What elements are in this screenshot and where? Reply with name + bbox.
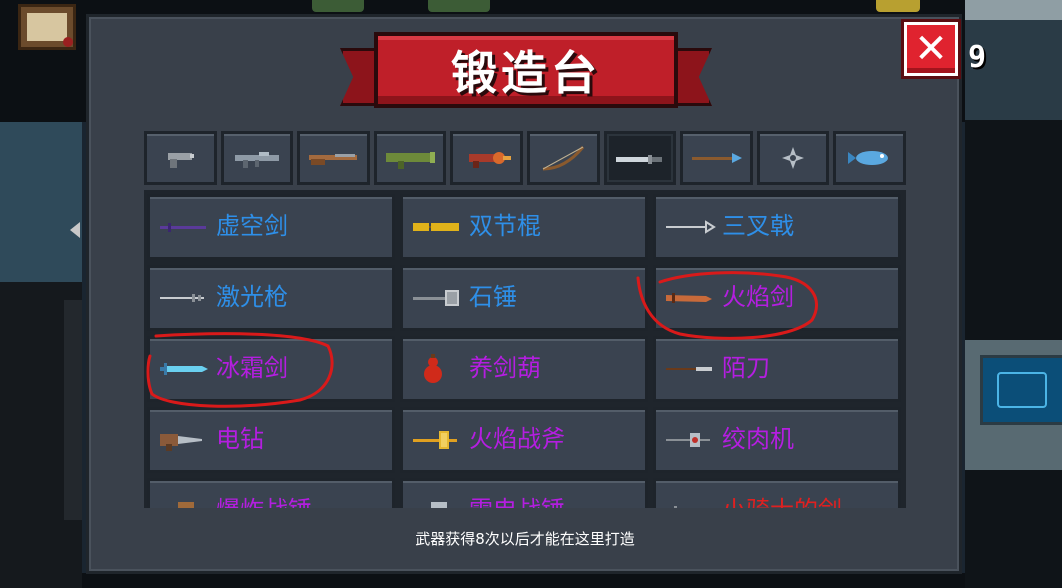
little-knight-sword-icon	[674, 506, 677, 508]
weapon-name: 雷电战锤	[469, 495, 565, 508]
weapon-cell[interactable]: 激光枪	[147, 265, 395, 331]
weapon-cell[interactable]: 爆炸战锤	[147, 478, 395, 508]
weapon-cell[interactable]: 双节棍	[400, 194, 648, 260]
nunchaku-icon	[413, 223, 459, 231]
weapon-cell[interactable]: 石锤	[400, 265, 648, 331]
weapon-name: 火焰战斧	[469, 425, 565, 453]
weapon-name: 激光枪	[216, 283, 288, 311]
stone-hammer-icon	[413, 290, 459, 306]
weapon-name: 虚空剑	[216, 212, 288, 240]
background-bottom	[82, 573, 965, 588]
weapon-cell[interactable]: 三叉戟	[653, 194, 901, 260]
flamethrower-icon	[468, 152, 511, 168]
page-title: 锻造台	[451, 46, 601, 100]
thunder-hammer-icon	[431, 502, 447, 508]
tab-flamethrower[interactable]	[450, 131, 523, 185]
bow-icon	[543, 146, 585, 171]
weapon-name: 双节棍	[469, 212, 541, 240]
weapon-cell[interactable]: 冰霜剑	[147, 336, 395, 402]
notice-paper	[27, 13, 67, 41]
flame-sword-icon	[666, 293, 712, 303]
forge-hint-text: 武器获得8次以后才能在这里打造	[415, 530, 635, 548]
explosive-hammer-icon	[178, 502, 194, 508]
weapon-cell[interactable]: 绞肉机	[653, 407, 901, 473]
flame-axe-icon	[413, 431, 457, 449]
laser-lance-icon	[160, 294, 204, 302]
tab-shotgun[interactable]	[297, 131, 370, 185]
ribbon: 锻造台	[374, 32, 678, 108]
tab-shuriken[interactable]	[756, 131, 830, 185]
gem-count: 9	[968, 40, 987, 75]
shotgun-icon	[309, 154, 358, 165]
shuriken-icon	[782, 147, 805, 169]
background-item	[312, 0, 364, 12]
gourd-icon	[424, 354, 442, 383]
background-floor-right	[965, 470, 1062, 588]
tab-pistol[interactable]	[144, 131, 217, 185]
weapon-name: 爆炸战锤	[216, 495, 312, 508]
close-icon: ✕	[914, 26, 948, 72]
side-arrow-icon	[70, 222, 80, 238]
weapon-cell[interactable]: 虚空剑	[147, 194, 395, 260]
weapon-name: 绞肉机	[722, 425, 794, 453]
background-dark-area	[965, 120, 1062, 340]
tab-assault-rifle[interactable]	[220, 131, 294, 185]
weapon-name: 小骑士的剑	[722, 495, 842, 508]
assault-rifle-icon	[234, 152, 279, 168]
trident-icon	[666, 220, 716, 234]
tab-bow[interactable]	[526, 131, 600, 185]
screen-icon	[997, 372, 1047, 408]
weapon-cell[interactable]: 小骑士的剑	[653, 478, 901, 508]
tab-sword[interactable]	[603, 131, 677, 185]
weapon-name: 火焰剑	[722, 283, 794, 311]
weapon-cell[interactable]: 养剑葫	[400, 336, 648, 402]
weapon-name: 养剑葫	[469, 354, 541, 382]
weapon-name: 三叉戟	[722, 212, 794, 240]
weapon-cell[interactable]: 火焰战斧	[400, 407, 648, 473]
weapon-name: 冰霜剑	[216, 354, 288, 382]
spear-icon	[692, 153, 743, 163]
mo-blade-icon	[666, 367, 712, 371]
background-item	[876, 0, 920, 12]
weapon-cell[interactable]: 火焰剑	[653, 265, 901, 331]
drill-icon	[160, 434, 202, 451]
rocket-launcher-icon	[386, 152, 436, 169]
pistol-icon	[168, 153, 195, 168]
tab-fish[interactable]	[833, 131, 906, 185]
weapon-name: 陌刀	[722, 354, 770, 382]
title-banner: 锻造台	[340, 30, 712, 114]
background-item	[428, 0, 490, 12]
pin-icon	[63, 37, 73, 47]
background-shelf	[965, 0, 1062, 20]
weapon-cell[interactable]: 陌刀	[653, 336, 901, 402]
meat-grinder-icon	[666, 433, 710, 447]
void-sword-icon	[160, 223, 206, 232]
weapon-name: 电钻	[216, 425, 264, 453]
weapon-cell[interactable]: 电钻	[147, 407, 395, 473]
weapon-grid-viewport[interactable]: 虚空剑 双节棍 三叉戟 激光枪 石锤 火焰剑 冰霜剑 养剑葫 陌刀 电钻 火焰战…	[144, 190, 906, 508]
weapon-name: 石锤	[469, 283, 517, 311]
tab-spear[interactable]	[680, 131, 753, 185]
close-button[interactable]: ✕	[904, 22, 958, 76]
category-tabs	[144, 131, 906, 185]
weapon-grid: 虚空剑 双节棍 三叉戟 激光枪 石锤 火焰剑 冰霜剑 养剑葫 陌刀 电钻 火焰战…	[147, 194, 903, 508]
frost-sword-icon	[160, 363, 208, 375]
background-screen	[980, 355, 1062, 425]
background-pillar	[64, 300, 82, 520]
sword-icon	[615, 155, 662, 164]
notice-board	[18, 4, 76, 50]
tab-rocket-launcher[interactable]	[373, 131, 447, 185]
weapon-cell[interactable]: 雷电战锤	[400, 478, 648, 508]
fish-icon	[847, 151, 888, 165]
